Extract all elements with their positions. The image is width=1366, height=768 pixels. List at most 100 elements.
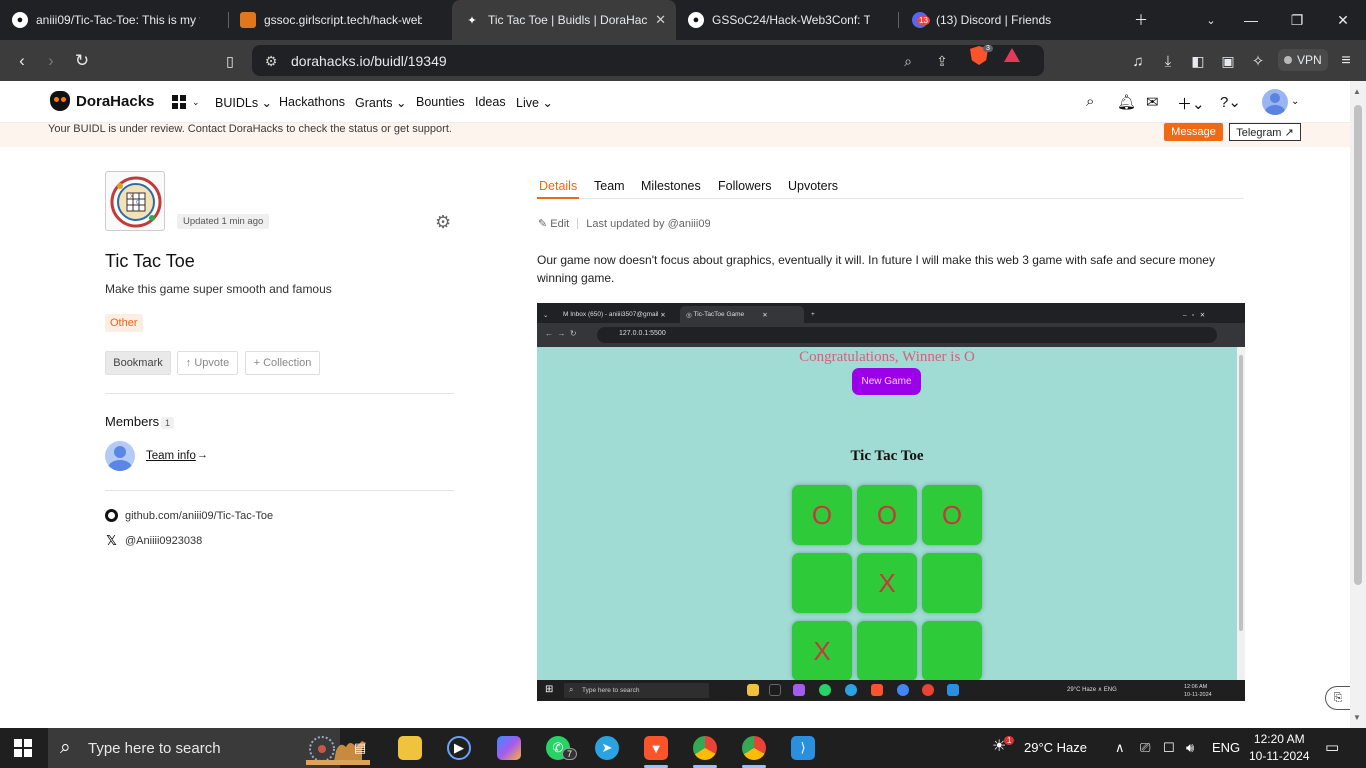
browser-tab-strip: ● aniii09/Tic-Tac-Toe: This is my firs g… bbox=[0, 0, 1366, 40]
sidebar-icon[interactable]: ◧ bbox=[1185, 48, 1211, 74]
tab-upvoters[interactable]: Upvoters bbox=[788, 179, 838, 193]
x-link[interactable]: 𝕏 @Aniiii0923038 bbox=[105, 533, 202, 549]
edit-button[interactable]: ✎ Edit bbox=[538, 217, 569, 230]
nav-ideas[interactable]: Ideas bbox=[475, 95, 506, 109]
bookmark-button[interactable]: Bookmark bbox=[105, 351, 171, 375]
owl-logo-icon bbox=[50, 91, 70, 111]
screenshot-new-tab-icon: + bbox=[811, 311, 815, 318]
menu-icon[interactable]: ≡ bbox=[1333, 48, 1359, 74]
taskbar-clock[interactable]: 12:20 AM 10-11-2024 bbox=[1249, 731, 1310, 765]
collection-button[interactable]: + Collection bbox=[245, 351, 320, 375]
chevron-down-icon[interactable]: ⌄ bbox=[1291, 96, 1299, 107]
task-view-icon[interactable]: ▤ bbox=[348, 736, 372, 760]
notification-icon[interactable]: ▭ bbox=[1325, 738, 1339, 756]
vpn-status-icon bbox=[1284, 56, 1292, 64]
battery-icon[interactable]: ⎚ bbox=[1140, 740, 1150, 756]
tab-followers[interactable]: Followers bbox=[718, 179, 772, 193]
dorahacks-logo[interactable]: DoraHacks bbox=[50, 91, 154, 111]
url-text[interactable]: dorahacks.io/buidl/19349 bbox=[291, 53, 447, 69]
board-cell bbox=[922, 621, 982, 680]
category-tag[interactable]: Other bbox=[105, 314, 143, 332]
nav-bounties[interactable]: Bounties bbox=[416, 95, 465, 109]
tab-team[interactable]: Team bbox=[594, 179, 625, 193]
zoom-icon[interactable]: ⌕ bbox=[897, 50, 919, 72]
weather-text[interactable]: 29°C Haze bbox=[1024, 740, 1087, 755]
nav-buidls[interactable]: BUIDLs ⌄ bbox=[215, 95, 272, 110]
media-player-icon[interactable]: ▶ bbox=[447, 736, 471, 760]
help-icon[interactable]: ?⌄ bbox=[1220, 93, 1241, 111]
project-tagline: Make this game super smooth and famous bbox=[105, 282, 332, 296]
taskbar-search-box[interactable]: ⌕ Type here to search bbox=[48, 728, 370, 768]
message-button[interactable]: Message bbox=[1164, 123, 1223, 141]
board-cell bbox=[857, 621, 917, 680]
nav-live[interactable]: Live ⌄ bbox=[516, 95, 553, 110]
details-tabs: Details Team Milestones Followers Upvote… bbox=[537, 175, 1244, 199]
project-screenshot[interactable]: ⌄ M Inbox (650) - aniiii3507@gmail ✕ ◎ T… bbox=[537, 303, 1245, 701]
reload-button[interactable]: ↻ bbox=[69, 48, 95, 74]
media-icon[interactable]: ♫ bbox=[1125, 48, 1151, 74]
add-icon[interactable]: ＋⌄ bbox=[1177, 93, 1205, 114]
screenshot-clock: 12:06 AM 10-11-2024 bbox=[1184, 684, 1212, 698]
bell-icon[interactable]: 🔔︎ bbox=[1117, 93, 1136, 111]
tab-details[interactable]: Details bbox=[539, 179, 577, 193]
team-info-link[interactable]: Team info bbox=[146, 450, 196, 462]
apps-grid-icon[interactable] bbox=[172, 95, 186, 109]
upvote-button[interactable]: ↑ Upvote bbox=[177, 351, 238, 375]
file-explorer-icon[interactable] bbox=[398, 736, 422, 760]
wallet-icon[interactable]: ▣ bbox=[1215, 48, 1241, 74]
board-cell: X bbox=[857, 553, 917, 613]
brave-icon bbox=[871, 684, 883, 696]
windows-start-icon[interactable] bbox=[14, 739, 32, 757]
scrollbar-thumb[interactable] bbox=[1354, 105, 1362, 585]
site-settings-icon[interactable]: ⚙ bbox=[260, 50, 282, 72]
browser-tab[interactable]: ● GSSoC24/Hack-Web3Conf: This i bbox=[676, 0, 898, 40]
tray-overflow-icon[interactable]: ∧ bbox=[1115, 740, 1125, 756]
share-icon[interactable]: ⇪ bbox=[931, 50, 953, 72]
float-action-button[interactable]: ⎘ bbox=[1325, 686, 1350, 710]
vscode-icon[interactable]: ⟩ bbox=[791, 736, 815, 760]
telegram-button[interactable]: Telegram ↗ bbox=[1229, 123, 1301, 141]
user-avatar[interactable] bbox=[1262, 89, 1288, 115]
copilot-icon[interactable] bbox=[497, 736, 521, 760]
brave-rewards-icon[interactable] bbox=[1004, 48, 1020, 62]
brave-icon[interactable]: ▼ bbox=[644, 736, 668, 760]
active-tab-indicator bbox=[537, 197, 579, 199]
back-button[interactable]: ‹ bbox=[9, 48, 35, 74]
browser-tab[interactable]: gssoc.girlscript.tech/hack-web3 bbox=[228, 0, 450, 40]
nav-hackathons[interactable]: Hackathons bbox=[279, 95, 345, 109]
restore-button[interactable]: ❐ bbox=[1274, 0, 1320, 40]
chevron-down-icon[interactable]: ⌄ bbox=[192, 97, 200, 108]
members-count-badge: 1 bbox=[161, 417, 175, 429]
scroll-down-icon[interactable]: ▼ bbox=[1353, 713, 1361, 722]
language-indicator[interactable]: ENG bbox=[1212, 740, 1240, 755]
telegram-icon[interactable]: ➤ bbox=[595, 736, 619, 760]
vpn-button[interactable]: VPN bbox=[1278, 49, 1328, 71]
download-icon[interactable]: ⤓ bbox=[1155, 48, 1181, 74]
notification-badge: 13 bbox=[917, 16, 930, 25]
leo-ai-icon[interactable]: ✧ bbox=[1245, 48, 1271, 74]
mail-icon[interactable]: ✉ bbox=[1146, 93, 1159, 111]
address-bar[interactable]: ⚙ dorahacks.io/buidl/19349 ⌕ ⇪ bbox=[252, 45, 1044, 76]
minimize-button[interactable]: — bbox=[1228, 0, 1274, 40]
divider bbox=[105, 490, 454, 491]
nav-grants[interactable]: Grants ⌄ bbox=[355, 95, 406, 110]
member-avatar[interactable] bbox=[105, 441, 135, 471]
volume-icon[interactable]: 🔊︎ bbox=[1186, 740, 1194, 756]
tab-milestones[interactable]: Milestones bbox=[641, 179, 701, 193]
scroll-up-icon[interactable]: ▲ bbox=[1353, 87, 1361, 96]
browser-tab[interactable]: 13 (13) Discord | Friends bbox=[900, 0, 1122, 40]
github-link[interactable]: github.com/aniii09/Tic-Tac-Toe bbox=[105, 509, 273, 522]
chrome-icon[interactable] bbox=[742, 736, 766, 760]
page-scrollbar[interactable]: ▲ ▼ bbox=[1350, 81, 1366, 728]
new-tab-button[interactable]: ＋ bbox=[1118, 0, 1164, 40]
close-window-button[interactable]: ✕ bbox=[1320, 0, 1366, 40]
browser-tab-active[interactable]: ✦ Tic Tac Toe | Buidls | DoraHac ✕ bbox=[452, 0, 676, 40]
chrome-icon[interactable] bbox=[693, 736, 717, 760]
close-tab-icon[interactable]: ✕ bbox=[655, 12, 666, 28]
search-icon[interactable]: ⌕ bbox=[1086, 93, 1094, 110]
browser-tab[interactable]: ● aniii09/Tic-Tac-Toe: This is my firs bbox=[0, 0, 228, 40]
gear-icon[interactable]: ⚙ bbox=[435, 212, 451, 233]
network-icon[interactable]: ☐ bbox=[1163, 740, 1175, 756]
bookmark-icon[interactable]: ▯ bbox=[217, 48, 243, 74]
forward-button[interactable]: › bbox=[38, 48, 64, 74]
